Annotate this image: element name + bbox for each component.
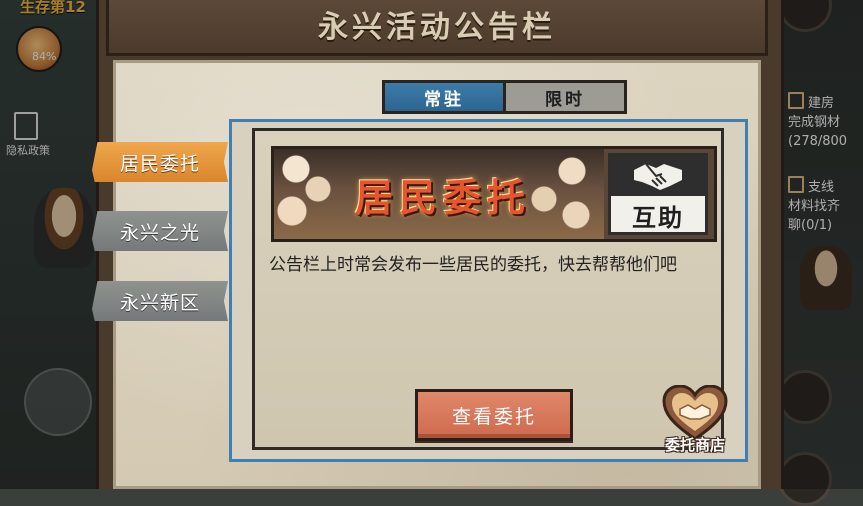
view-requests-button[interactable]: 查看委托 [415,389,573,441]
request-shop-button[interactable]: 委托商店 [652,385,738,455]
heart-handshake-icon [662,385,728,441]
side-tab-yongxing-new-district[interactable]: 永兴新区 [92,281,228,321]
tab-permanent[interactable]: 常驻 [385,83,506,111]
modal-title-bar: 永兴活动公告栏 [106,0,768,56]
side-tab-yongxing-light[interactable]: 永兴之光 [92,211,228,251]
shop-label: 委托商店 [664,436,725,454]
banner-title: 居民委托 [354,174,531,220]
event-description: 公告栏上时常会发布一些居民的委托，快去帮帮他们吧 [269,255,677,275]
mutual-aid-badge: 互助 [608,153,708,235]
tab-bar: 常驻 限时 [382,80,627,114]
event-banner: 居民委托 互助 [271,146,717,242]
badge-label: 互助 [632,204,684,232]
side-tab-resident-requests[interactable]: 居民委托 [92,142,228,182]
modal-title: 永兴活动公告栏 [318,9,556,45]
handshake-icon [611,156,705,196]
tab-limited[interactable]: 限时 [506,83,624,111]
